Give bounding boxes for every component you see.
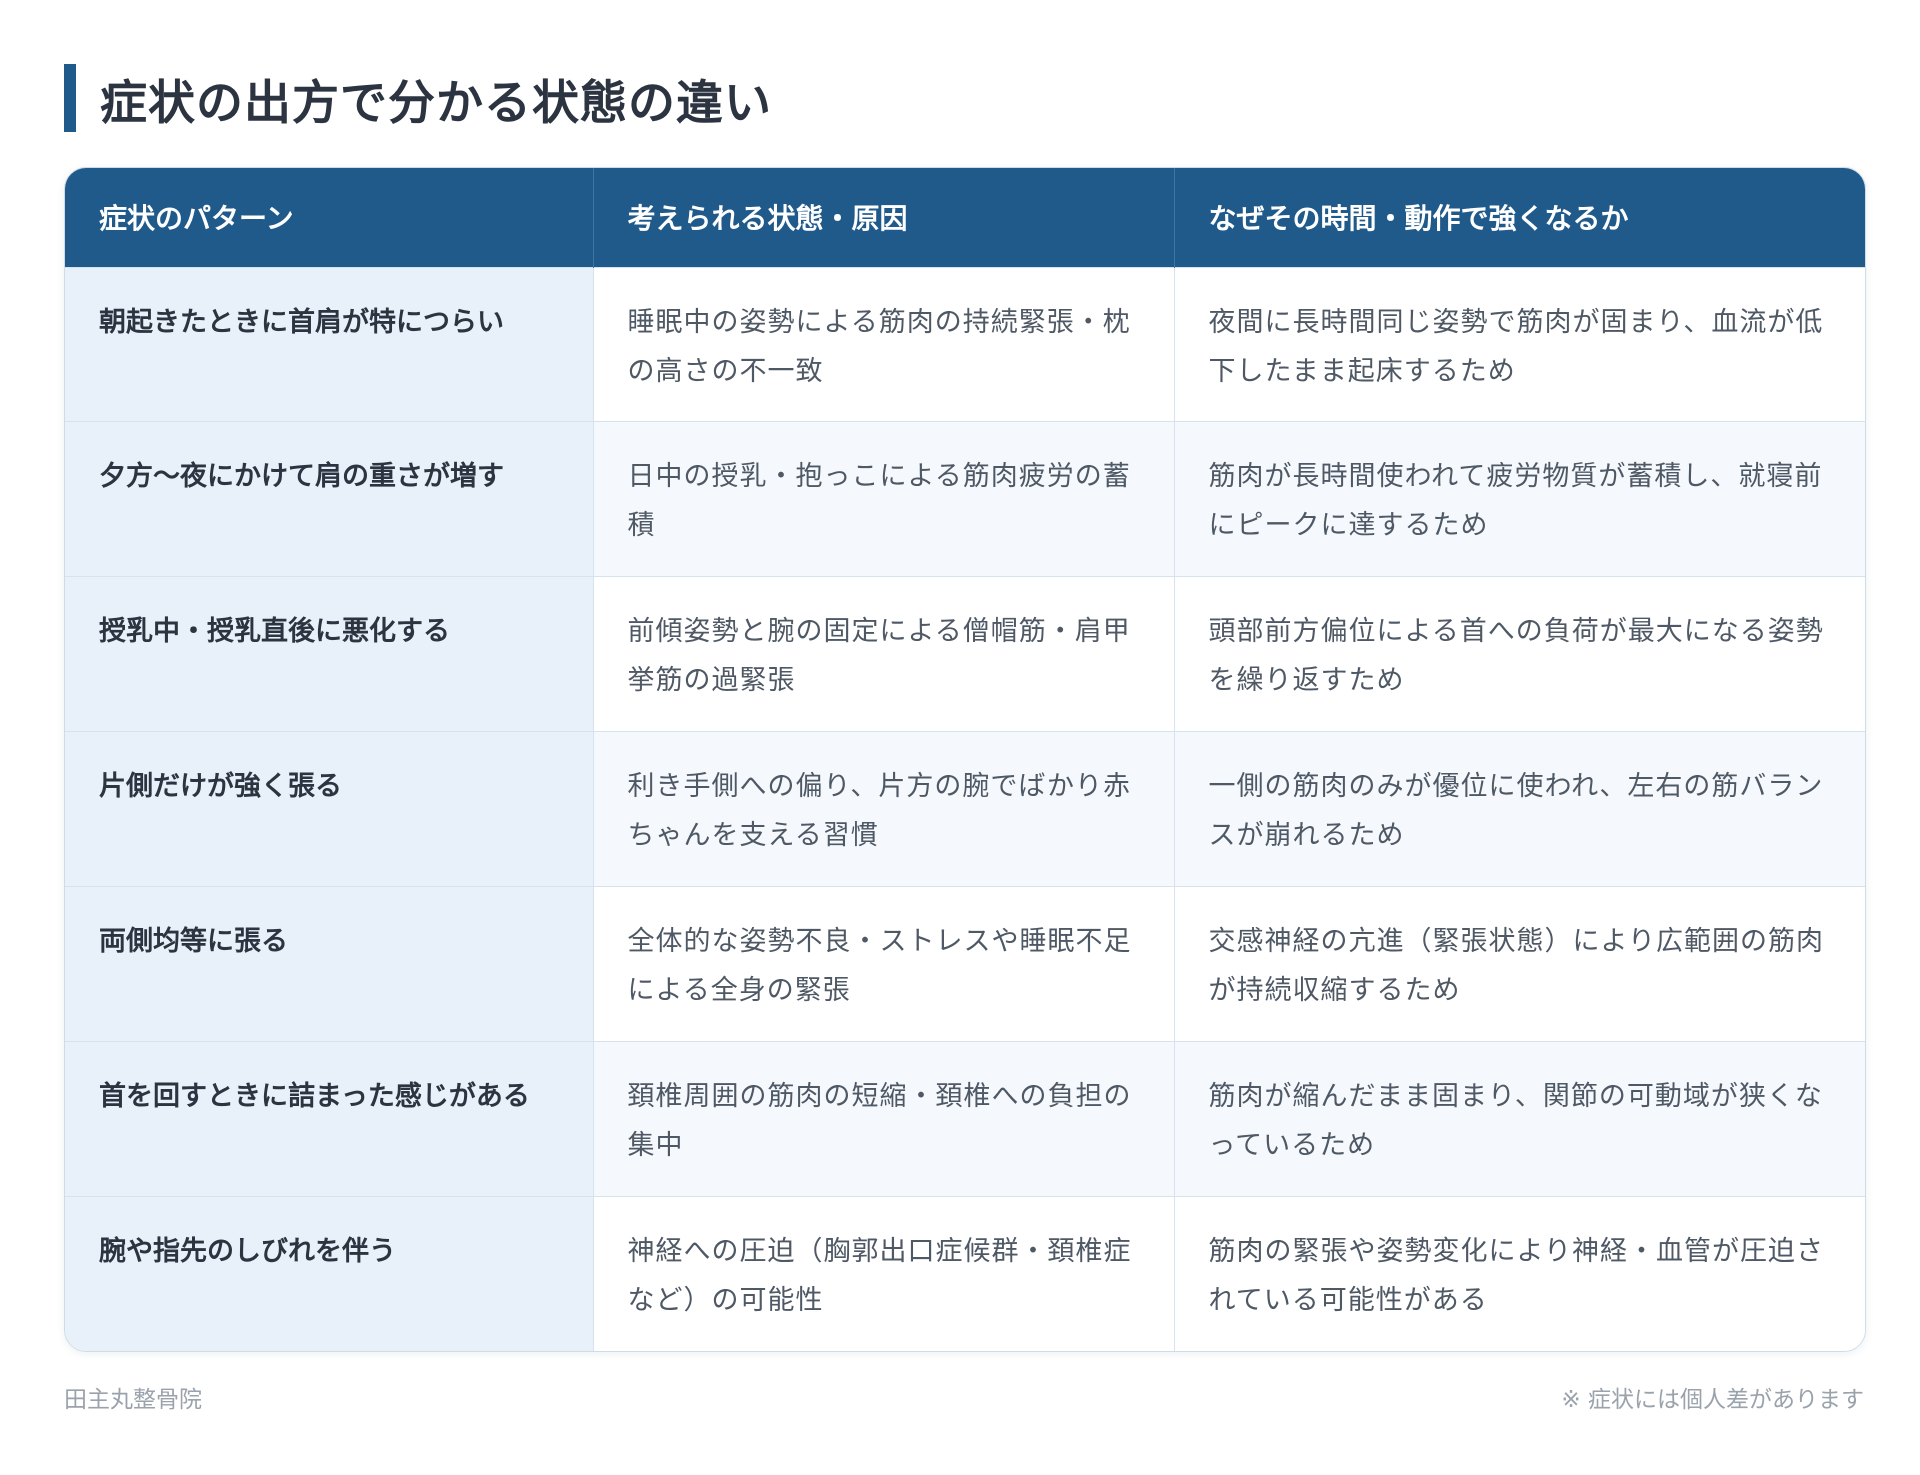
table-row: 首を回すときに詰まった感じがある 頚椎周囲の筋肉の短縮・頚椎への負担の集中 筋肉… — [65, 1040, 1865, 1197]
pattern-cell: 授乳中・授乳直後に悪化する — [65, 576, 594, 732]
reason-cell: 筋肉が長時間使われて疲労物質が蓄積し、就寝前にピークに達するため — [1174, 421, 1865, 577]
reason-cell: 頭部前方偏位による首への負荷が最大になる姿勢を繰り返すため — [1174, 576, 1865, 732]
reason-cell: 筋肉が縮んだまま固まり、関節の可動域が狭くなっているため — [1174, 1040, 1865, 1197]
table-row: 片側だけが強く張る 利き手側への偏り、片方の腕でばかり赤ちゃんを支える習慣 一側… — [65, 731, 1865, 887]
disclaimer-note: ※ 症状には個人差があります — [1561, 1387, 1864, 1413]
reason-cell: 交感神経の亢進（緊張状態）により広範囲の筋肉が持続収縮するため — [1174, 885, 1865, 1042]
table-row: 両側均等に張る 全体的な姿勢不良・ストレスや睡眠不足による全身の緊張 交感神経の… — [65, 885, 1865, 1042]
pattern-cell: 腕や指先のしびれを伴う — [65, 1195, 594, 1351]
symptom-table-card: 症状のパターン 考えられる状態・原因 なぜその時間・動作で強くなるか 朝起きたと… — [64, 167, 1866, 1352]
symptom-table: 症状のパターン 考えられる状態・原因 なぜその時間・動作で強くなるか 朝起きたと… — [65, 168, 1865, 1351]
header-cause: 考えられる状態・原因 — [593, 168, 1175, 267]
cause-cell: 神経への圧迫（胸郭出口症候群・頚椎症など）の可能性 — [593, 1195, 1175, 1351]
pattern-cell: 片側だけが強く張る — [65, 731, 594, 887]
header-row: 症状のパターン 考えられる状態・原因 なぜその時間・動作で強くなるか — [65, 168, 1865, 267]
reason-cell: 一側の筋肉のみが優位に使われ、左右の筋バランスが崩れるため — [1174, 731, 1865, 887]
table-body: 朝起きたときに首肩が特につらい 睡眠中の姿勢による筋肉の持続緊張・枕の高さの不一… — [65, 266, 1865, 1351]
table-header: 症状のパターン 考えられる状態・原因 なぜその時間・動作で強くなるか — [65, 168, 1865, 267]
reason-cell: 夜間に長時間同じ姿勢で筋肉が固まり、血流が低下したまま起床するため — [1174, 266, 1865, 422]
table-row: 腕や指先のしびれを伴う 神経への圧迫（胸郭出口症候群・頚椎症など）の可能性 筋肉… — [65, 1195, 1865, 1351]
clinic-name: 田主丸整骨院 — [64, 1387, 202, 1413]
pattern-cell: 朝起きたときに首肩が特につらい — [65, 266, 594, 422]
title-accent-bar — [64, 64, 76, 132]
cause-cell: 利き手側への偏り、片方の腕でばかり赤ちゃんを支える習慣 — [593, 731, 1175, 887]
pattern-cell: 両側均等に張る — [65, 885, 594, 1042]
header-reason: なぜその時間・動作で強くなるか — [1174, 168, 1865, 267]
reason-cell: 筋肉の緊張や姿勢変化により神経・血管が圧迫されている可能性がある — [1174, 1195, 1865, 1351]
table-row: 朝起きたときに首肩が特につらい 睡眠中の姿勢による筋肉の持続緊張・枕の高さの不一… — [65, 266, 1865, 422]
page-title: 症状の出方で分かる状態の違い — [100, 75, 772, 131]
cause-cell: 日中の授乳・抱っこによる筋肉疲労の蓄積 — [593, 421, 1175, 577]
pattern-cell: 首を回すときに詰まった感じがある — [65, 1040, 594, 1197]
pattern-cell: 夕方〜夜にかけて肩の重さが増す — [65, 421, 594, 577]
table-row: 授乳中・授乳直後に悪化する 前傾姿勢と腕の固定による僧帽筋・肩甲挙筋の過緊張 頭… — [65, 576, 1865, 732]
cause-cell: 睡眠中の姿勢による筋肉の持続緊張・枕の高さの不一致 — [593, 266, 1175, 422]
table-row: 夕方〜夜にかけて肩の重さが増す 日中の授乳・抱っこによる筋肉疲労の蓄積 筋肉が長… — [65, 421, 1865, 577]
title-block: 症状の出方で分かる状態の違い — [64, 64, 772, 132]
cause-cell: 全体的な姿勢不良・ストレスや睡眠不足による全身の緊張 — [593, 885, 1175, 1042]
cause-cell: 頚椎周囲の筋肉の短縮・頚椎への負担の集中 — [593, 1040, 1175, 1197]
cause-cell: 前傾姿勢と腕の固定による僧帽筋・肩甲挙筋の過緊張 — [593, 576, 1175, 732]
header-pattern: 症状のパターン — [65, 168, 594, 267]
